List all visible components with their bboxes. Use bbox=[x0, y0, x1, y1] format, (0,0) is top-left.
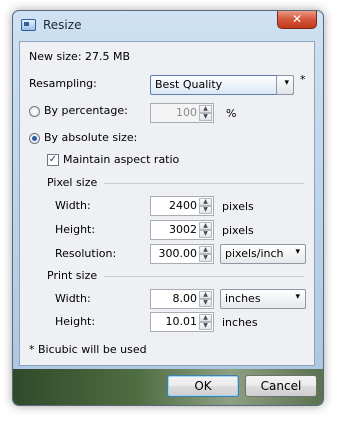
spin-down-icon[interactable]: ▼ bbox=[199, 322, 212, 330]
percentage-spinner[interactable]: 100 ▲ ▼ bbox=[150, 103, 214, 123]
title-bar[interactable]: Resize ✕ bbox=[13, 11, 323, 39]
by-absolute-size-label[interactable]: By absolute size: bbox=[44, 131, 137, 144]
resampling-footnote-mark: * bbox=[300, 73, 306, 86]
by-percentage-label[interactable]: By percentage: bbox=[44, 104, 128, 117]
pixel-width-label: Width: bbox=[55, 199, 91, 212]
window-title: Resize bbox=[43, 18, 82, 32]
print-height-unit: inches bbox=[222, 316, 258, 329]
print-size-heading: Print size bbox=[47, 269, 98, 282]
new-size-text: New size: 27.5 MB bbox=[29, 50, 131, 63]
pixel-height-unit: pixels bbox=[222, 224, 254, 237]
print-width-value: 8.00 bbox=[172, 292, 198, 305]
print-height-value: 10.01 bbox=[165, 315, 198, 328]
chevron-down-icon: ▾ bbox=[295, 292, 300, 302]
pixel-height-value: 3002 bbox=[169, 223, 197, 236]
print-size-divider bbox=[104, 276, 304, 277]
by-percentage-radio[interactable] bbox=[29, 106, 40, 117]
dialog-client-area: New size: 27.5 MB Resampling: Best Quali… bbox=[19, 41, 315, 366]
print-width-spin-buttons[interactable]: ▲ ▼ bbox=[199, 291, 212, 307]
spin-down-icon[interactable]: ▼ bbox=[199, 299, 212, 307]
spin-up-icon[interactable]: ▲ bbox=[199, 105, 212, 113]
app-icon bbox=[21, 19, 36, 31]
resize-dialog-window: Resize ✕ New size: 27.5 MB Resampling: B… bbox=[12, 10, 324, 406]
print-unit-value: inches bbox=[225, 292, 261, 305]
pixel-size-heading: Pixel size bbox=[47, 176, 98, 189]
spin-up-icon[interactable]: ▲ bbox=[199, 291, 212, 299]
close-button[interactable]: ✕ bbox=[277, 11, 317, 29]
pixel-width-spinner[interactable]: 2400 ▲ ▼ bbox=[150, 196, 214, 216]
pixel-width-unit: pixels bbox=[222, 200, 254, 213]
print-width-label: Width: bbox=[55, 292, 91, 305]
spin-up-icon[interactable]: ▲ bbox=[199, 198, 212, 206]
percentage-spin-buttons[interactable]: ▲ ▼ bbox=[199, 105, 212, 121]
resolution-unit-dropdown[interactable]: pixels/inch ▾ bbox=[220, 244, 306, 264]
pixel-height-spinner[interactable]: 3002 ▲ ▼ bbox=[150, 220, 214, 240]
print-width-spinner[interactable]: 8.00 ▲ ▼ bbox=[150, 289, 214, 309]
spin-down-icon[interactable]: ▼ bbox=[199, 254, 212, 262]
spin-up-icon[interactable]: ▲ bbox=[199, 222, 212, 230]
spin-up-icon[interactable]: ▲ bbox=[199, 246, 212, 254]
dialog-footer: OK Cancel bbox=[13, 369, 323, 405]
pixel-height-label: Height: bbox=[55, 223, 96, 236]
resampling-dropdown-button[interactable]: ▾ bbox=[276, 75, 294, 95]
pixel-size-divider bbox=[104, 183, 304, 184]
cancel-button[interactable]: Cancel bbox=[245, 375, 317, 397]
print-unit-dropdown[interactable]: inches ▾ bbox=[220, 289, 306, 309]
pixel-width-value: 2400 bbox=[169, 199, 197, 212]
resolution-label: Resolution: bbox=[55, 247, 117, 260]
ok-button[interactable]: OK bbox=[167, 375, 239, 397]
resampling-selected-value: Best Quality bbox=[155, 78, 223, 91]
by-absolute-size-radio[interactable] bbox=[29, 133, 40, 144]
percentage-unit: % bbox=[226, 107, 237, 120]
maintain-aspect-checkbox[interactable]: ✓ bbox=[47, 154, 59, 166]
spin-down-icon[interactable]: ▼ bbox=[199, 113, 212, 121]
spin-down-icon[interactable]: ▼ bbox=[199, 206, 212, 214]
chevron-down-icon: ▾ bbox=[284, 78, 289, 88]
resolution-unit-value: pixels/inch bbox=[225, 247, 284, 260]
chevron-down-icon: ▾ bbox=[295, 247, 300, 257]
maintain-aspect-label[interactable]: Maintain aspect ratio bbox=[63, 153, 179, 166]
pixel-height-spin-buttons[interactable]: ▲ ▼ bbox=[199, 222, 212, 238]
print-height-spin-buttons[interactable]: ▲ ▼ bbox=[199, 314, 212, 330]
print-height-spinner[interactable]: 10.01 ▲ ▼ bbox=[150, 312, 214, 332]
resampling-dropdown[interactable]: Best Quality bbox=[150, 75, 294, 95]
percentage-value: 100 bbox=[176, 106, 197, 119]
resampling-label: Resampling: bbox=[29, 77, 97, 90]
footnote-text: * Bicubic will be used bbox=[29, 343, 147, 356]
resolution-spinner[interactable]: 300.00 ▲ ▼ bbox=[150, 244, 214, 264]
spin-up-icon[interactable]: ▲ bbox=[199, 314, 212, 322]
pixel-width-spin-buttons[interactable]: ▲ ▼ bbox=[199, 198, 212, 214]
spin-down-icon[interactable]: ▼ bbox=[199, 230, 212, 238]
resolution-value: 300.00 bbox=[158, 247, 198, 260]
resolution-spin-buttons[interactable]: ▲ ▼ bbox=[199, 246, 212, 262]
print-height-label: Height: bbox=[55, 315, 96, 328]
